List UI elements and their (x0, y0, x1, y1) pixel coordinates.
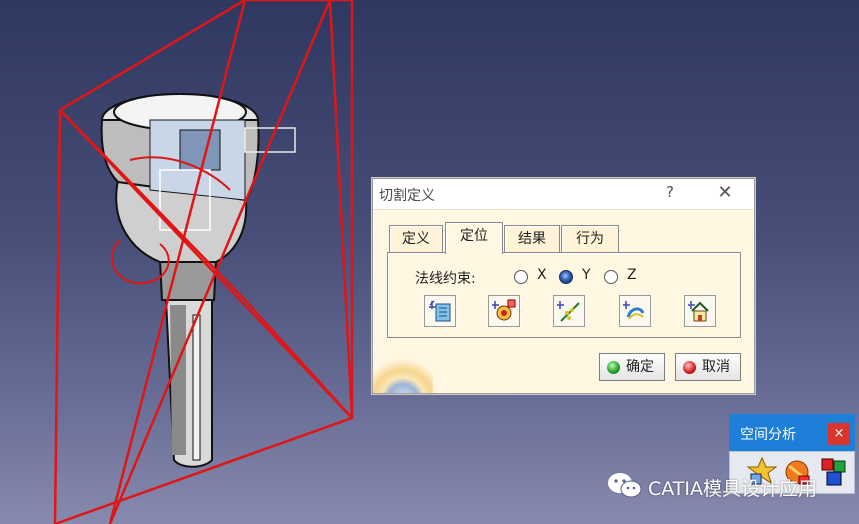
radio-y-label: Y (582, 267, 591, 283)
tab-positioning[interactable]: 定位 (445, 222, 503, 254)
dialog-decoration (373, 355, 433, 393)
help-button[interactable]: ? (661, 183, 679, 201)
dialog-titlebar[interactable]: 切割定义 ? ✕ (373, 179, 754, 210)
toolbar-close-button[interactable]: × (828, 423, 850, 445)
toolbar-title: 空间分析 (740, 427, 796, 443)
watermark-text: CATIA模具设计应用 (648, 478, 817, 500)
tab-result[interactable]: 结果 (504, 225, 560, 253)
reverse-normal-button[interactable] (619, 295, 651, 327)
distance-band-icon[interactable] (819, 456, 849, 488)
radio-x[interactable] (514, 270, 528, 284)
edit-position-icon (429, 300, 451, 322)
position-on-point-icon (492, 299, 516, 321)
cutting-definition-dialog: 切割定义 ? ✕ 定义 定位 结果 行为 法线约束: X Y Z 确定 取消 (372, 178, 755, 394)
reset-position-home-icon (688, 301, 709, 322)
dialog-title: 切割定义 (379, 188, 435, 204)
radio-z-label: Z (627, 267, 637, 283)
ok-button[interactable]: 确定 (599, 353, 665, 381)
positioning-panel: 法线约束: X Y Z (387, 252, 741, 338)
position-on-line-button[interactable] (553, 295, 585, 327)
reset-position-button[interactable] (684, 295, 716, 327)
ok-status-icon (607, 361, 620, 374)
cancel-button-label: 取消 (702, 359, 730, 375)
radio-y[interactable] (559, 270, 573, 284)
normal-constraint-label: 法线约束: (415, 271, 476, 287)
radio-z[interactable] (604, 270, 618, 284)
reverse-normal-icon (623, 301, 645, 320)
ok-button-label: 确定 (626, 359, 654, 375)
edit-position-button[interactable] (424, 295, 456, 327)
wechat-logo-icon (608, 473, 642, 498)
cancel-button[interactable]: 取消 (675, 353, 741, 381)
tab-definition[interactable]: 定义 (389, 225, 443, 253)
cancel-status-icon (683, 361, 696, 374)
close-button[interactable]: ✕ (713, 182, 737, 203)
position-on-point-button[interactable] (488, 295, 520, 327)
position-on-line-icon (557, 301, 580, 322)
tab-behavior[interactable]: 行为 (561, 225, 619, 253)
toolbar-titlebar[interactable]: 空间分析 × (729, 414, 855, 451)
radio-x-label: X (537, 267, 547, 283)
